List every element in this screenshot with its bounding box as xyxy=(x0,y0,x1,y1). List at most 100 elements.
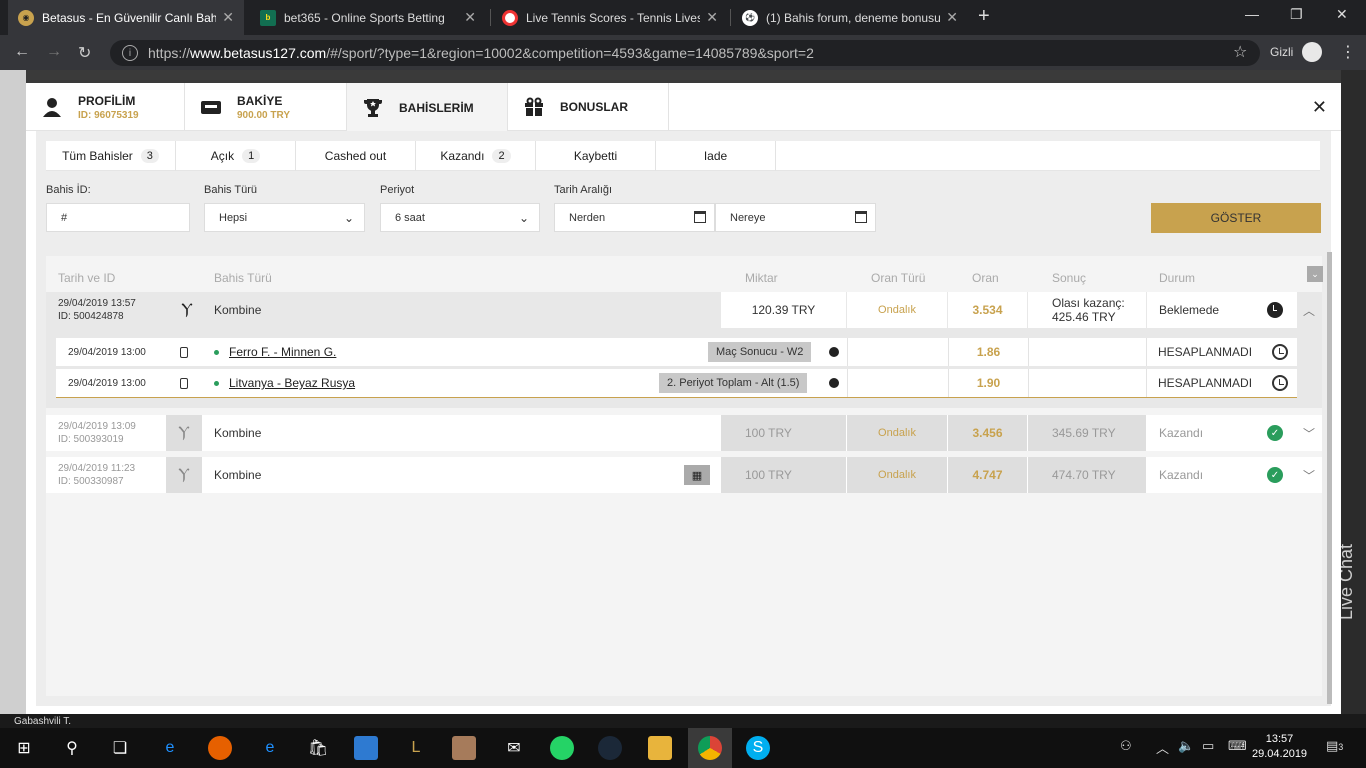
bet-row[interactable]: 29/04/2019 11:23 ID: 500330987 Ⲩ Kombine … xyxy=(46,457,1322,493)
address-bar[interactable]: i https://www.betasus127.com/#/sport/?ty… xyxy=(110,40,1260,66)
bet-row[interactable]: 29/04/2019 13:09 ID: 500393019 Ⲩ Kombine … xyxy=(46,415,1322,451)
balance-amount: 900.00 TRY xyxy=(237,109,290,121)
check-icon: ✓ xyxy=(1267,425,1283,441)
chevron-down-icon: ⌄ xyxy=(518,211,529,225)
skype-icon[interactable]: S xyxy=(746,736,770,760)
date-to-input[interactable]: Nereye xyxy=(715,203,876,232)
bet-odds: 4.747 xyxy=(972,468,1003,482)
tab-bonuses[interactable]: BONUSLAR xyxy=(508,83,669,131)
filter-tab-open[interactable]: Açık 1 xyxy=(176,141,296,171)
calendar-icon[interactable] xyxy=(855,211,867,223)
browser-tab-forum[interactable]: ⚽ (1) Bahis forum, deneme bonusu ✕ xyxy=(732,0,968,35)
language-icon[interactable]: ⌨ xyxy=(1228,738,1247,754)
tray-chevron-up-icon[interactable]: ︿ xyxy=(1156,738,1169,757)
close-window-icon[interactable]: ✕ xyxy=(1336,6,1348,23)
store-icon[interactable]: 🛍 xyxy=(306,736,330,760)
incognito-icon[interactable] xyxy=(1302,42,1322,62)
selection-spacer xyxy=(1028,369,1147,397)
bookmark-star-icon[interactable]: ☆ xyxy=(1233,42,1247,62)
edge-icon[interactable]: e xyxy=(258,736,282,760)
selection-spacer xyxy=(847,369,947,397)
firefox-icon[interactable] xyxy=(208,736,232,760)
close-tab-icon[interactable]: ✕ xyxy=(222,9,234,26)
col-header-date-id: Tarih ve ID xyxy=(58,271,116,285)
modal-tabs: PROFİLİM ID: 96075319 BAKİYE 900.00 TRY BA… xyxy=(26,83,1341,132)
steam-icon[interactable] xyxy=(598,736,622,760)
game-icon[interactable] xyxy=(452,736,476,760)
search-icon[interactable]: ⚲ xyxy=(60,736,84,760)
live-dot-icon xyxy=(214,349,219,355)
collapse-all-icon[interactable]: ⌄ xyxy=(1307,266,1323,282)
filter-count: 2 xyxy=(492,149,511,163)
whatsapp-icon[interactable] xyxy=(550,736,574,760)
bet-date: 29/04/2019 13:09 xyxy=(58,421,136,432)
filter-tab-lost[interactable]: Kaybetti xyxy=(536,141,656,171)
date-from-input[interactable]: Nerden xyxy=(554,203,715,232)
chevron-up-icon[interactable]: ︿ xyxy=(1303,292,1315,328)
chevron-down-icon[interactable]: ﹀ xyxy=(1303,457,1315,493)
tab-balance[interactable]: BAKİYE 900.00 TRY xyxy=(185,83,347,131)
page-left-strip xyxy=(0,70,26,728)
filter-tab-all[interactable]: Tüm Bahisler 3 xyxy=(46,141,176,171)
internet-explorer-icon[interactable]: e xyxy=(158,736,182,760)
network-icon[interactable]: ▭ xyxy=(1202,738,1214,754)
file-explorer-icon[interactable] xyxy=(648,736,672,760)
odds-cell: 4.747 xyxy=(948,457,1027,493)
new-tab-button[interactable]: + xyxy=(978,5,990,28)
selection-market-wrap: 2. Periyot Toplam - Alt (1.5) xyxy=(659,369,808,397)
info-icon[interactable]: i xyxy=(122,45,138,61)
maximize-icon[interactable]: ❐ xyxy=(1290,6,1303,23)
selection-match[interactable]: Ferro F. - Minnen G. xyxy=(229,345,336,359)
league-icon[interactable]: L xyxy=(404,736,428,760)
selection-device xyxy=(180,338,188,366)
close-modal-icon[interactable]: ✕ xyxy=(1312,97,1327,118)
period-select[interactable]: 6 saat ⌄ xyxy=(380,203,540,232)
mobile-icon xyxy=(180,377,188,389)
tab-my-bets[interactable]: BAHİSLERİM xyxy=(347,83,508,132)
selection-odds: 1.90 xyxy=(976,376,1001,390)
modal-scrollbar[interactable] xyxy=(1327,252,1332,704)
browser-tab-livescore[interactable]: Live Tennis Scores - Tennis Livesc ✕ xyxy=(492,0,728,35)
task-view-icon[interactable]: ❏ xyxy=(108,736,132,760)
back-icon[interactable]: ← xyxy=(14,43,30,61)
show-button[interactable]: GÖSTER xyxy=(1151,203,1321,233)
chrome-icon[interactable] xyxy=(698,736,722,760)
filter-label: Kaybetti xyxy=(573,149,618,163)
odds-type-cell: Ondalık xyxy=(847,415,947,451)
bet-type-select[interactable]: Hepsi ⌄ xyxy=(204,203,365,232)
selection-match[interactable]: Litvanya - Beyaz Rusya xyxy=(229,376,355,390)
forward-icon[interactable]: → xyxy=(46,43,62,61)
bet-result: 345.69 TRY xyxy=(1052,426,1116,440)
chevron-down-icon[interactable]: ﹀ xyxy=(1303,415,1315,451)
close-tab-icon[interactable]: ✕ xyxy=(464,9,476,26)
close-tab-icon[interactable]: ✕ xyxy=(706,9,718,26)
tab-profile[interactable]: PROFİLİM ID: 96075319 xyxy=(26,83,185,131)
selection-info xyxy=(822,369,846,397)
pending-clock-icon xyxy=(1267,302,1283,318)
app-icon[interactable] xyxy=(354,736,378,760)
browser-tab-betasus[interactable]: ◉ Betasus - En Güvenilir Canlı Bahis ✕ xyxy=(8,0,244,35)
minimize-icon[interactable]: — xyxy=(1245,6,1259,22)
people-icon[interactable]: ⚇ xyxy=(1120,738,1132,754)
notifications-icon[interactable]: ▤3 xyxy=(1326,738,1343,754)
combo-icon: Ⲩ xyxy=(166,457,202,493)
bet-id-input[interactable]: # xyxy=(46,203,190,232)
bets-table: Tarih ve ID Bahis Türü Miktar Oran Türü … xyxy=(46,256,1323,696)
reload-icon[interactable]: ↻ xyxy=(78,43,91,63)
filter-label: Tüm Bahisler xyxy=(62,149,133,163)
filter-tab-refund[interactable]: Iade xyxy=(656,141,776,171)
volume-icon[interactable]: 🔈 xyxy=(1178,738,1194,754)
filter-tab-cashed-out[interactable]: Cashed out xyxy=(296,141,416,171)
bet-row[interactable]: 29/04/2019 13:57 ID: 500424878 Ⲩ Kombine … xyxy=(46,292,1322,328)
mail-icon[interactable]: ✉ xyxy=(502,736,526,760)
tab-label: BAKİYE xyxy=(237,93,283,108)
windows-start-icon[interactable]: ⊞ xyxy=(12,736,36,760)
filter-tab-won[interactable]: Kazandı 2 xyxy=(416,141,536,171)
profile-id: ID: 96075319 xyxy=(78,109,139,121)
taskbar-clock[interactable]: 13:57 29.04.2019 xyxy=(1252,732,1307,762)
gift-icon xyxy=(525,97,543,116)
close-tab-icon[interactable]: ✕ xyxy=(946,9,958,26)
menu-dots-icon[interactable]: ⋮ xyxy=(1340,42,1356,62)
browser-tab-bet365[interactable]: b bet365 - Online Sports Betting ✕ xyxy=(250,0,486,35)
calendar-icon[interactable] xyxy=(694,211,706,223)
